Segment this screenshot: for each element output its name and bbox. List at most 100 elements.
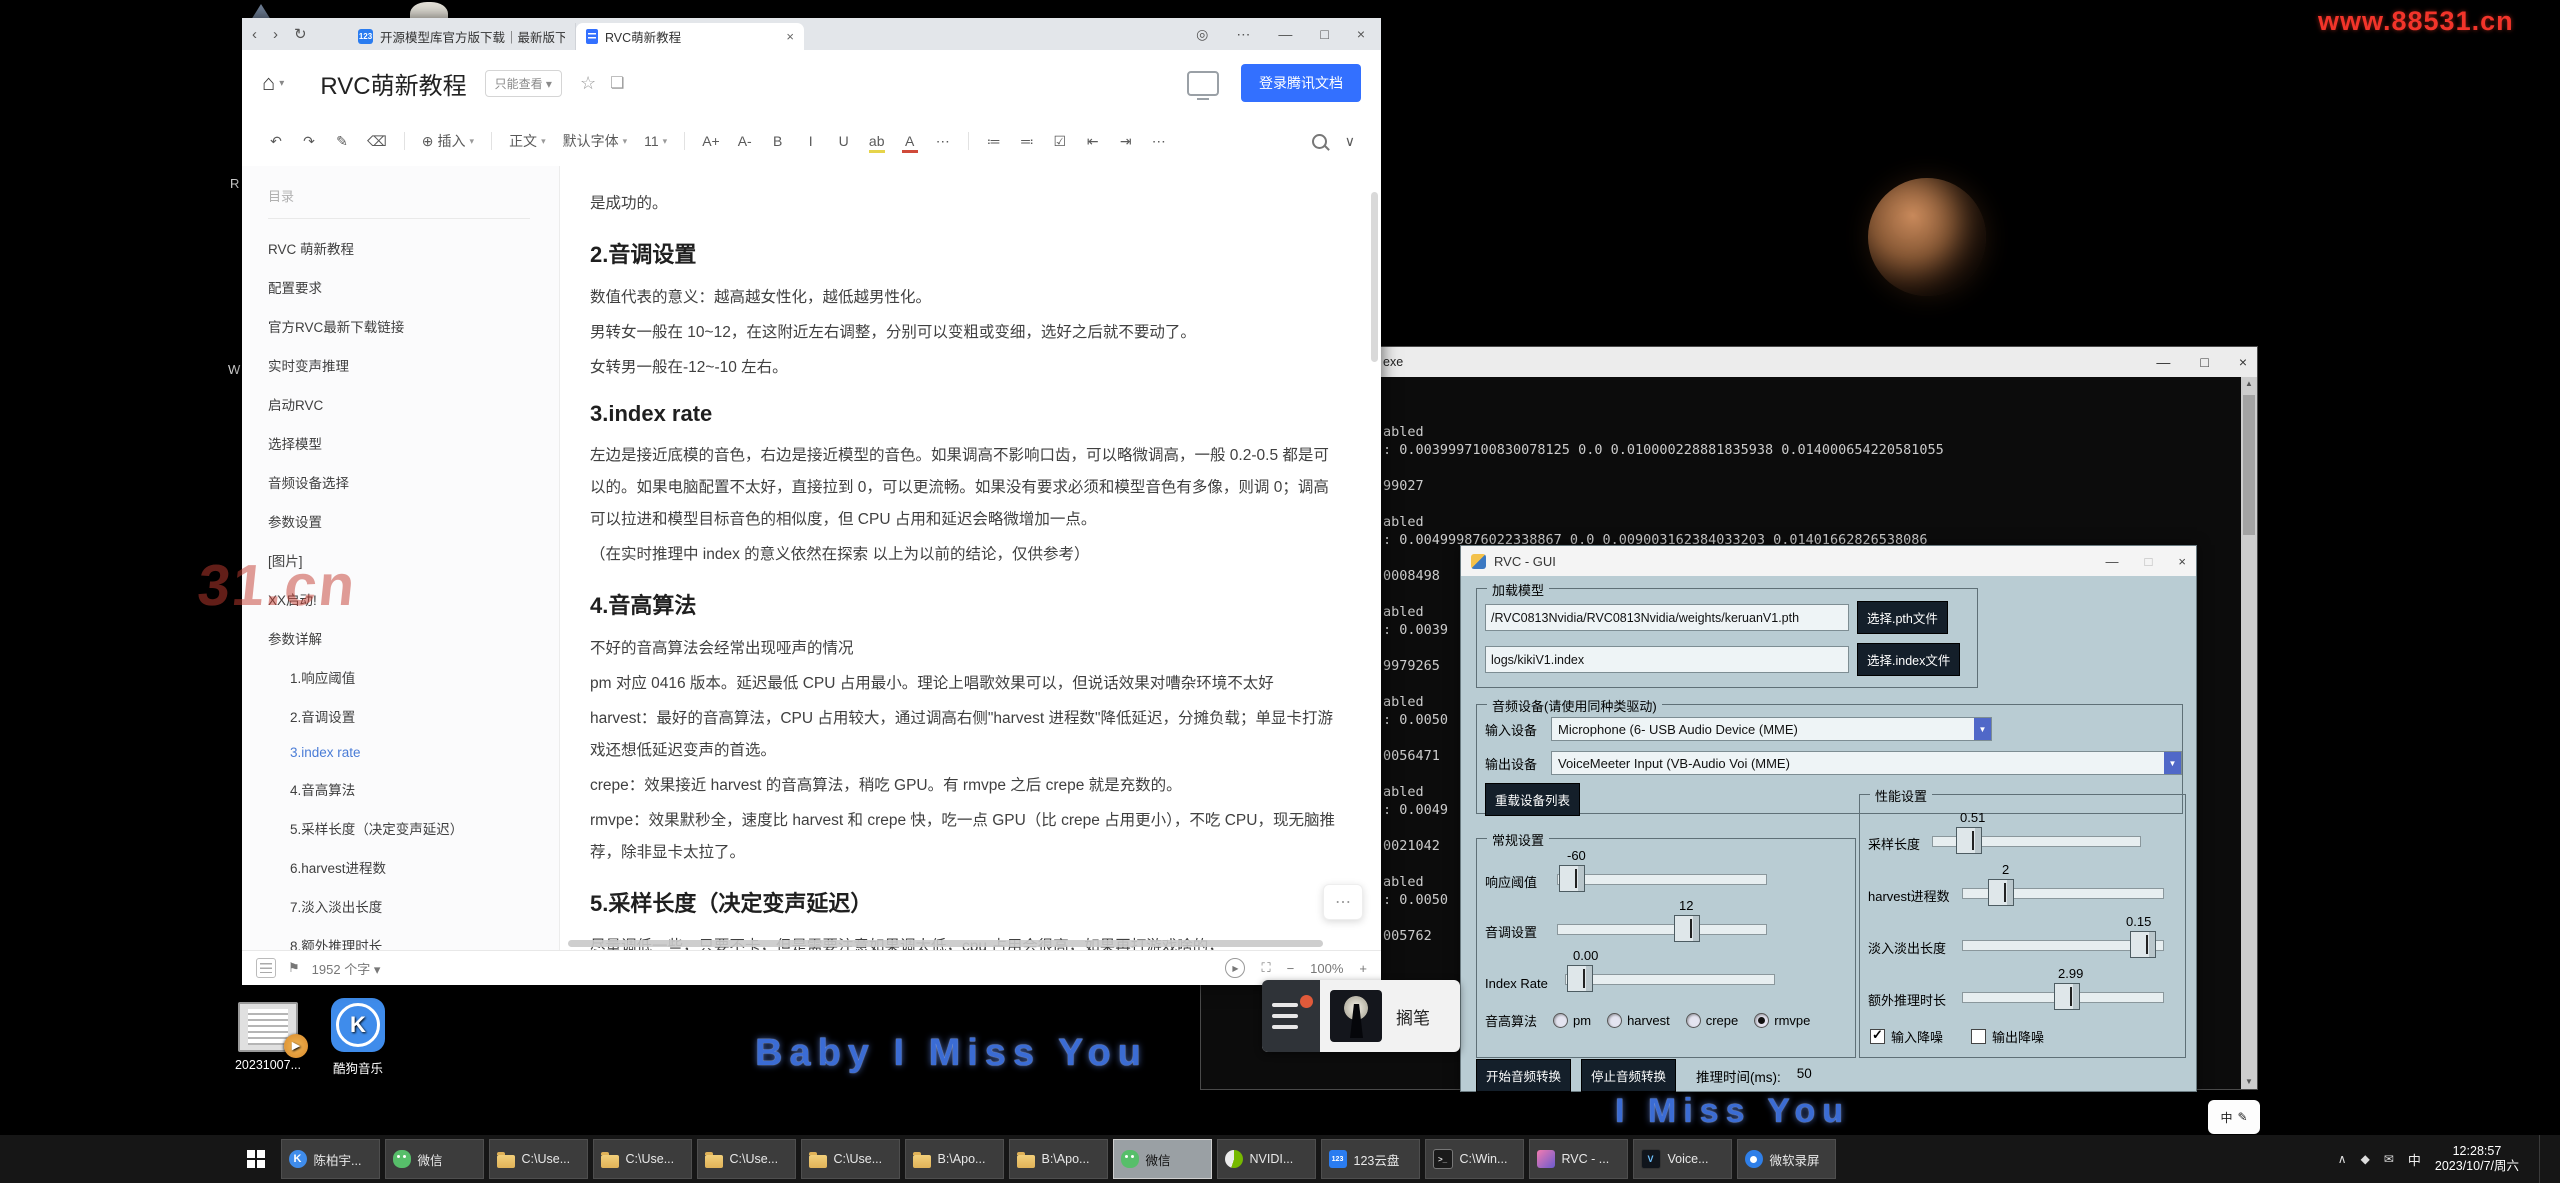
lyrics-menu-icon[interactable] <box>1262 980 1320 1052</box>
f0-radio-option[interactable]: crepe <box>1686 1013 1739 1028</box>
combo-arrow-icon[interactable]: ▼ <box>2164 752 2181 774</box>
console-minimize-button[interactable]: — <box>2156 354 2170 370</box>
pitch-slider[interactable] <box>1557 924 1767 935</box>
font-color-icon[interactable]: A <box>902 133 918 149</box>
clear-format-icon[interactable]: ⌫ <box>367 133 387 150</box>
checkbox-icon[interactable] <box>1870 1029 1885 1044</box>
numbered-list-icon[interactable]: ≕ <box>1019 133 1035 150</box>
outline-item[interactable]: RVC 萌新教程 <box>268 238 559 258</box>
start-conversion-button[interactable]: 开始音频转换 <box>1476 1059 1571 1092</box>
radio-icon[interactable] <box>1754 1013 1769 1028</box>
threshold-slider[interactable] <box>1557 874 1767 885</box>
taskbar-item[interactable]: B:\Apo... <box>905 1139 1004 1179</box>
window-minimize-button[interactable]: — <box>1278 26 1292 42</box>
taskbar-item[interactable]: 123云盘 <box>1321 1139 1420 1179</box>
browser-menu-icon[interactable]: ⋯ <box>1236 26 1250 43</box>
show-desktop-button[interactable] <box>2539 1135 2548 1183</box>
pth-path-input[interactable]: /RVC0813Nvidia/RVC0813Nvidia/weights/ker… <box>1485 604 1849 631</box>
f0-radio-option[interactable]: pm <box>1553 1013 1591 1028</box>
home-icon[interactable]: ⌂ <box>262 70 275 96</box>
login-button[interactable]: 登录腾讯文档 <box>1241 64 1361 102</box>
forward-icon[interactable]: › <box>273 26 278 43</box>
slider-handle[interactable] <box>1567 965 1593 992</box>
rvc-titlebar[interactable]: RVC - GUI — □ × <box>1461 546 2196 576</box>
search-icon[interactable] <box>1312 134 1327 149</box>
radio-icon[interactable] <box>1553 1013 1568 1028</box>
outline-item[interactable]: 1.响应阈值 <box>268 667 559 687</box>
scroll-down-icon[interactable]: ▼ <box>2241 1075 2257 1089</box>
output-device-select[interactable]: VoiceMeeter Input (VB-Audio Voi (MME) ▼ <box>1551 751 2182 775</box>
checklist-icon[interactable]: ☑ <box>1052 133 1068 150</box>
ime-toolbar[interactable]: 中 ✎ <box>2208 1100 2260 1134</box>
scrollbar-thumb[interactable] <box>2243 395 2255 535</box>
globe-icon[interactable]: ◎ <box>1196 26 1208 43</box>
outline-item[interactable]: 5.采样长度（决定变声延迟） <box>268 818 559 838</box>
indent-increase-icon[interactable]: ⇥ <box>1118 133 1134 150</box>
outline-toggle-icon[interactable] <box>256 958 276 978</box>
bullet-list-icon[interactable]: ≔ <box>986 133 1002 150</box>
outline-item[interactable]: 3.index rate <box>268 745 559 760</box>
outline-item[interactable]: 实时变声推理 <box>268 355 559 375</box>
permission-badge[interactable]: 只能查看 ▾ <box>485 70 562 97</box>
input-device-select[interactable]: Microphone (6- USB Audio Device (MME) ▼ <box>1551 717 1992 741</box>
taskbar-item[interactable]: C:\Use... <box>697 1139 796 1179</box>
taskbar-item[interactable]: RVC - ... <box>1529 1139 1628 1179</box>
underline-icon[interactable]: U <box>836 133 852 149</box>
taskbar-clock[interactable]: 12:28:57 2023/10/7/周六 <box>2435 1144 2519 1174</box>
present-mode-icon[interactable] <box>1187 71 1219 96</box>
console-maximize-button[interactable]: □ <box>2200 354 2208 370</box>
outline-item[interactable]: 4.音高算法 <box>268 779 559 799</box>
taskbar-item[interactable]: C:\Win... <box>1425 1139 1524 1179</box>
f0-radio-option[interactable]: harvest <box>1607 1013 1670 1028</box>
fullscreen-icon[interactable]: ⛶ <box>1261 960 1270 976</box>
music-lyrics-widget[interactable]: 搁笔 <box>1262 980 1460 1052</box>
combo-arrow-icon[interactable]: ▼ <box>1974 718 1991 740</box>
chevron-down-icon[interactable]: ▾ <box>279 78 284 89</box>
console-scrollbar[interactable]: ▲ ▼ <box>2241 377 2257 1089</box>
toolbar-collapse-icon[interactable]: ∨ <box>1345 133 1355 150</box>
slider-handle[interactable] <box>1674 915 1700 942</box>
select-index-button[interactable]: 选择.index文件 <box>1857 643 1960 676</box>
rvc-close-button[interactable]: × <box>2178 554 2186 569</box>
outline-item[interactable]: 官方RVC最新下载链接 <box>268 316 559 336</box>
doc-page[interactable]: 是成功的。2.音调设置数值代表的意义：越高越女性化，越低越男性化。男转女一般在 … <box>560 166 1381 950</box>
browser-tab-model-library[interactable]: 123 开源模型库官方版下载｜最新版下... <box>348 23 576 50</box>
tray-icon[interactable]: ◆ <box>2361 1152 2370 1166</box>
italic-icon[interactable]: I <box>803 133 819 149</box>
taskbar-item[interactable]: 微软录屏 <box>1737 1139 1836 1179</box>
slider-handle[interactable] <box>2054 983 2080 1010</box>
stop-conversion-button[interactable]: 停止音频转换 <box>1581 1059 1676 1092</box>
reload-devices-button[interactable]: 重载设备列表 <box>1485 783 1580 816</box>
bookmark-icon[interactable]: ⚑ <box>288 960 300 976</box>
taskbar-item[interactable]: 微信 <box>1113 1139 1212 1179</box>
font-dropdown[interactable]: 默认字体 ▾ <box>563 131 628 151</box>
star-icon[interactable]: ☆ <box>580 73 596 94</box>
redo-icon[interactable]: ↷ <box>301 133 317 150</box>
taskbar-item[interactable]: Voice... <box>1633 1139 1732 1179</box>
indent-decrease-icon[interactable]: ⇤ <box>1085 133 1101 150</box>
slider-handle[interactable] <box>1988 879 2014 906</box>
ime-language-indicator[interactable]: 中 <box>2220 1109 2232 1126</box>
undo-icon[interactable]: ↶ <box>268 133 284 150</box>
outline-item[interactable]: 2.音调设置 <box>268 706 559 726</box>
taskbar-item[interactable]: C:\Use... <box>801 1139 900 1179</box>
index-path-input[interactable]: logs/kikiV1.index <box>1485 646 1849 673</box>
font-size-dropdown[interactable]: 11 ▾ <box>644 133 667 149</box>
more-icon[interactable]: ⋯ <box>935 133 951 150</box>
tray-icon[interactable]: ✉ <box>2384 1152 2394 1166</box>
outline-item[interactable]: 参数设置 <box>268 511 559 531</box>
scroll-up-icon[interactable]: ▲ <box>2241 377 2257 391</box>
browser-tab-rvc-tutorial[interactable]: RVC萌新教程 × <box>576 23 804 50</box>
rvc-minimize-button[interactable]: — <box>2106 554 2119 569</box>
taskbar-item[interactable]: C:\Use... <box>489 1139 588 1179</box>
refresh-icon[interactable]: ↻ <box>294 25 307 43</box>
outline-item[interactable]: 参数详解 <box>268 628 559 648</box>
outline-item[interactable]: 配置要求 <box>268 277 559 297</box>
font-shrink-icon[interactable]: A- <box>737 133 753 149</box>
taskbar-item[interactable]: 微信 <box>385 1139 484 1179</box>
radio-icon[interactable] <box>1607 1013 1622 1028</box>
format-painter-icon[interactable]: ✎ <box>334 133 350 150</box>
select-pth-button[interactable]: 选择.pth文件 <box>1857 601 1948 634</box>
desktop-icon-video-file[interactable]: 20231007... <box>218 1002 318 1072</box>
desktop-icon-kugou-music[interactable]: K 酷狗音乐 <box>308 998 408 1077</box>
